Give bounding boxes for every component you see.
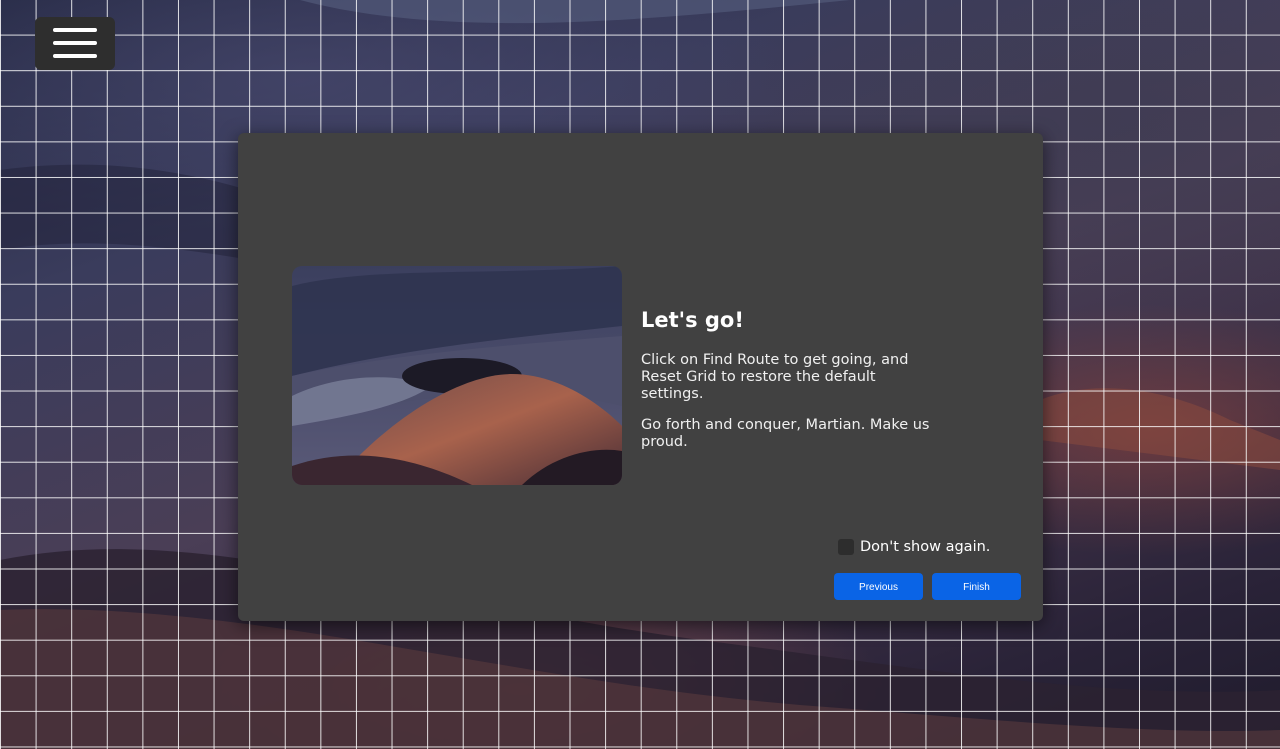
dialog-title: Let's go! bbox=[641, 308, 744, 332]
previous-button[interactable]: Previous bbox=[834, 573, 923, 600]
menu-bar-top bbox=[53, 28, 97, 32]
menu-bar-middle bbox=[53, 41, 97, 45]
app-root: Let's go! Click on Find Route to get goi… bbox=[0, 0, 1280, 749]
dialog-instructions: Click on Find Route to get going, and Re… bbox=[641, 352, 909, 402]
menu-button[interactable] bbox=[35, 17, 115, 70]
dont-show-again-label: Don't show again. bbox=[860, 539, 991, 555]
dont-show-again-checkbox[interactable] bbox=[838, 539, 854, 555]
menu-bar-bottom bbox=[53, 54, 97, 58]
hero-image bbox=[292, 266, 622, 485]
dont-show-again-option[interactable]: Don't show again. bbox=[838, 539, 990, 555]
dialog-encouragement: Go forth and conquer, Martian. Make us p… bbox=[641, 417, 930, 450]
finish-button[interactable]: Finish bbox=[932, 573, 1021, 600]
tutorial-dialog: Let's go! Click on Find Route to get goi… bbox=[238, 133, 1043, 621]
